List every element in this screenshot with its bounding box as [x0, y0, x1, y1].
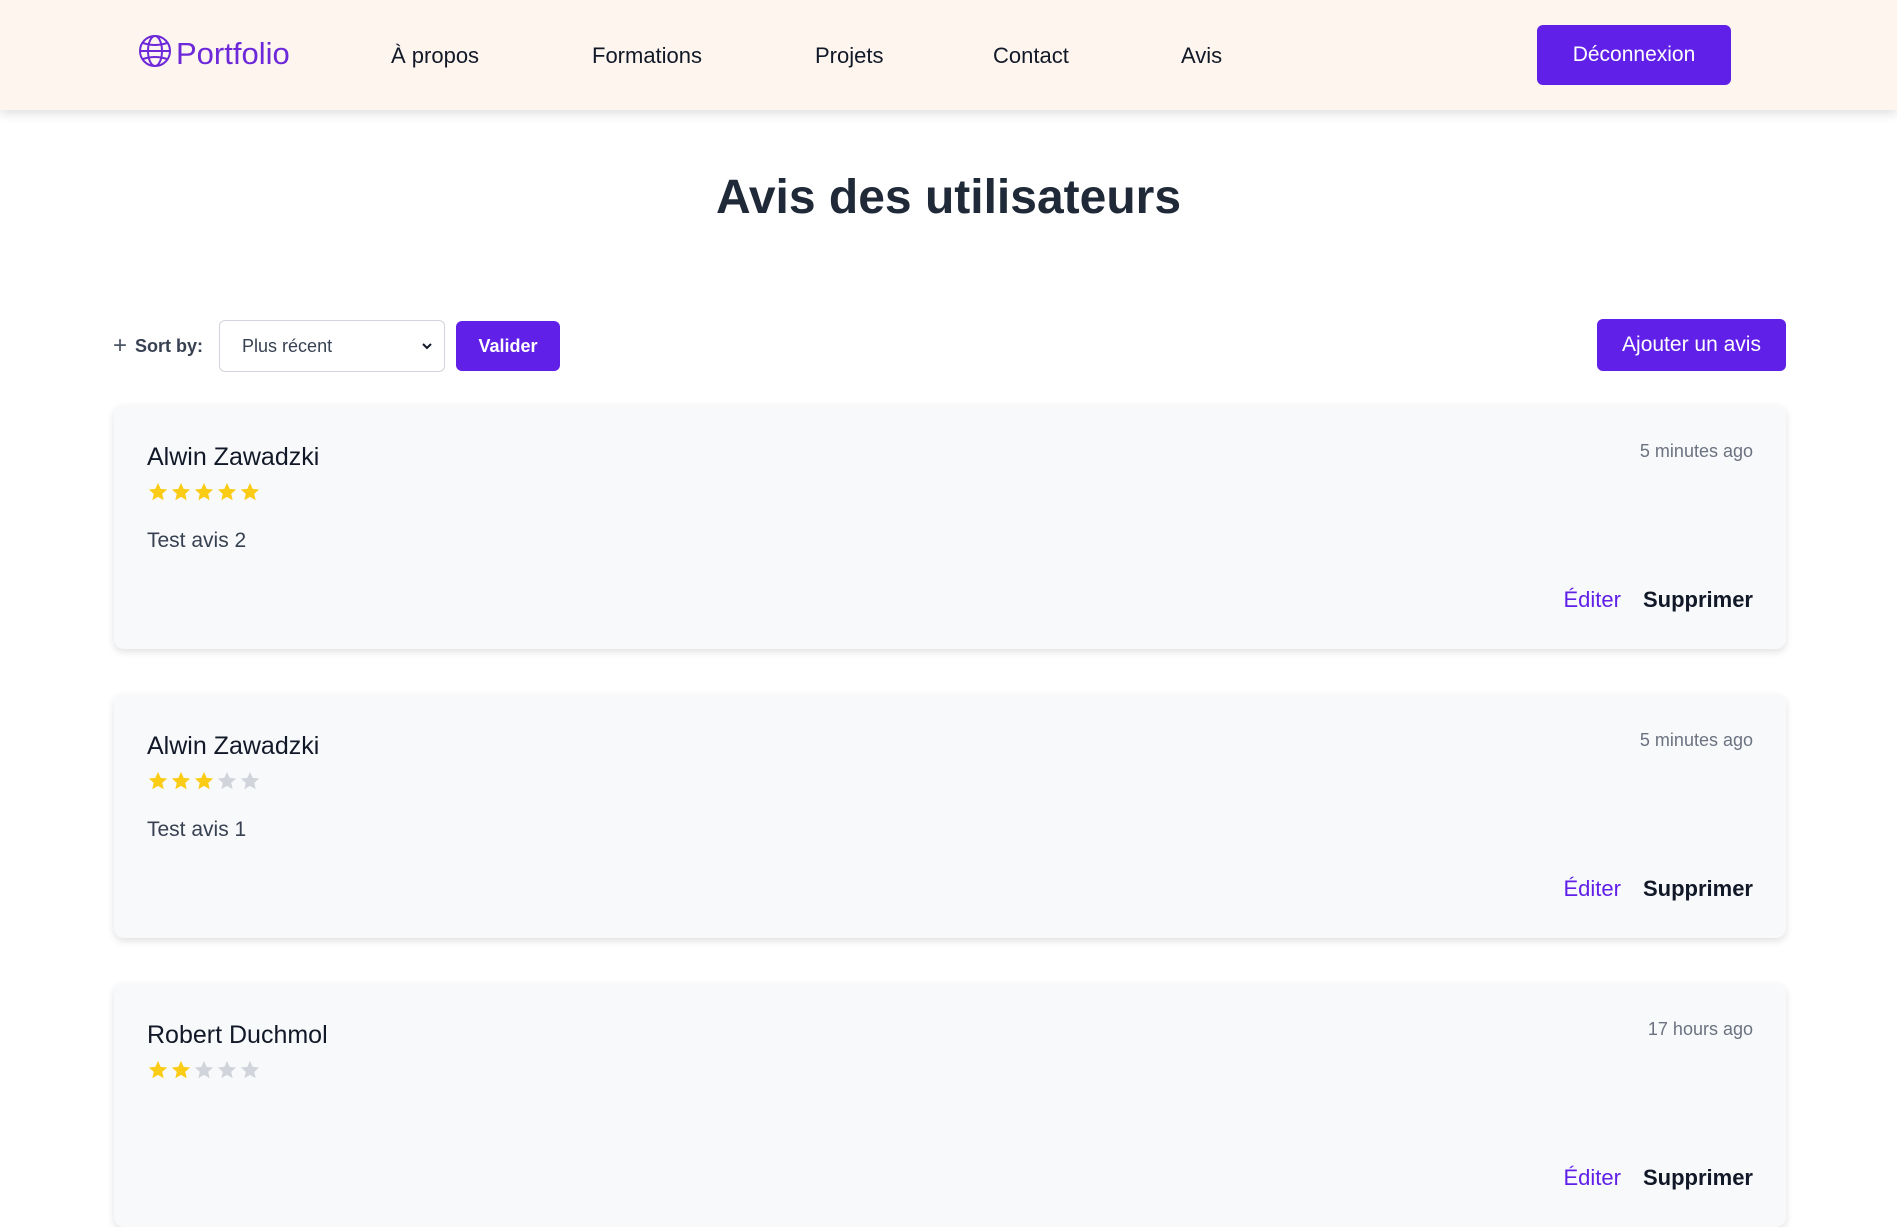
star-icon: [194, 482, 214, 501]
review-card: Robert Duchmol 17 hours ago Éditer Suppr…: [114, 983, 1786, 1227]
review-timestamp: 17 hours ago: [1647, 1019, 1753, 1039]
star-icon: [171, 1060, 191, 1079]
star-icon: [194, 1060, 214, 1079]
sort-controls: + Sort by: Plus récent Valider: [113, 320, 561, 372]
star-icon: [171, 482, 191, 501]
star-icon: [217, 771, 237, 790]
add-review-button[interactable]: Ajouter un avis: [1597, 319, 1786, 371]
star-icon: [240, 771, 260, 790]
chevron-down-icon: [420, 339, 434, 353]
review-card: Alwin Zawadzki 5 minutes ago Test avis 1…: [114, 694, 1786, 938]
review-actions: Éditer Supprimer: [1563, 587, 1753, 613]
globe-icon: [138, 34, 172, 73]
star-rating: [147, 770, 261, 792]
review-timestamp: 5 minutes ago: [1639, 730, 1753, 750]
page-title: Avis des utilisateurs: [715, 171, 1182, 224]
reviewer-name: Robert Duchmol: [147, 1021, 328, 1049]
star-icon: [148, 1060, 168, 1079]
nav-link-projects[interactable]: Projets: [815, 43, 883, 69]
star-icon: [148, 482, 168, 501]
star-icon: [240, 482, 260, 501]
review-actions: Éditer Supprimer: [1563, 1165, 1753, 1191]
brand-name: Portfolio: [176, 35, 290, 71]
brand-link[interactable]: Portfolio: [138, 34, 290, 73]
reviewer-name: Alwin Zawadzki: [147, 443, 320, 471]
sort-label: Sort by:: [135, 335, 204, 356]
star-icon: [217, 482, 237, 501]
review-text: Test avis 1: [147, 818, 247, 841]
plus-icon[interactable]: +: [113, 334, 127, 358]
sort-select-value: Plus récent: [242, 335, 333, 356]
review-text: Test avis 2: [147, 529, 247, 552]
sort-select[interactable]: Plus récent: [219, 320, 446, 372]
top-navbar: Portfolio À propos Formations Projets Co…: [0, 0, 1897, 110]
star-icon: [217, 1060, 237, 1079]
delete-review-link[interactable]: Supprimer: [1643, 1165, 1753, 1191]
review-card: Alwin Zawadzki 5 minutes ago Test avis 2…: [114, 405, 1786, 649]
delete-review-link[interactable]: Supprimer: [1643, 587, 1753, 613]
edit-review-link[interactable]: Éditer: [1563, 876, 1620, 902]
edit-review-link[interactable]: Éditer: [1563, 1165, 1620, 1191]
logout-button[interactable]: Déconnexion: [1537, 25, 1731, 85]
reviewer-name: Alwin Zawadzki: [147, 732, 320, 760]
star-rating: [147, 1059, 261, 1081]
nav-link-reviews[interactable]: Avis: [1181, 43, 1222, 69]
star-icon: [194, 771, 214, 790]
star-icon: [240, 1060, 260, 1079]
nav-link-formations[interactable]: Formations: [592, 43, 702, 69]
review-actions: Éditer Supprimer: [1563, 876, 1753, 902]
review-timestamp: 5 minutes ago: [1639, 441, 1753, 461]
delete-review-link[interactable]: Supprimer: [1643, 876, 1753, 902]
edit-review-link[interactable]: Éditer: [1563, 587, 1620, 613]
star-icon: [171, 771, 191, 790]
validate-button[interactable]: Valider: [456, 321, 561, 371]
nav-link-about[interactable]: À propos: [391, 43, 479, 69]
star-rating: [147, 481, 261, 503]
nav-link-contact[interactable]: Contact: [993, 43, 1069, 69]
star-icon: [148, 771, 168, 790]
